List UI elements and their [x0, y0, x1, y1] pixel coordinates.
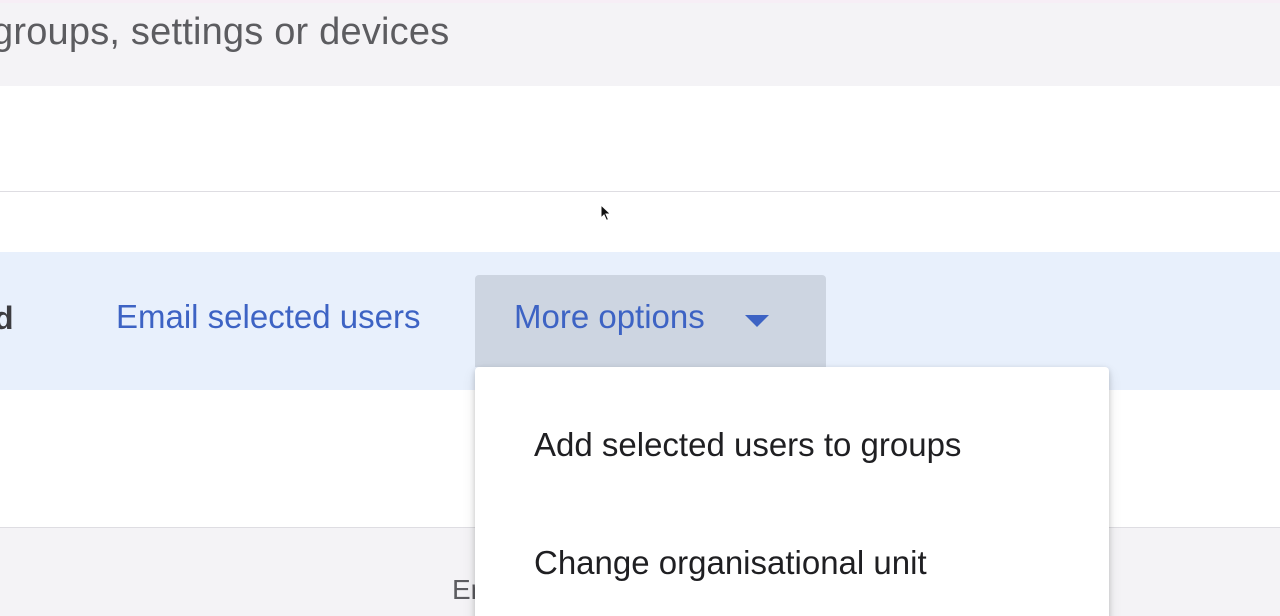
- menu-item-change-org-unit[interactable]: Change organisational unit: [475, 505, 1109, 616]
- more-options-menu: Add selected users to groups Change orga…: [475, 367, 1109, 616]
- email-selected-users-button[interactable]: Email selected users: [116, 298, 420, 336]
- menu-item-label: Change organisational unit: [534, 544, 927, 581]
- more-options-label: More options: [514, 298, 705, 335]
- menu-item-add-to-groups[interactable]: Add selected users to groups: [475, 387, 1109, 505]
- more-options-button[interactable]: More options: [475, 275, 826, 367]
- menu-item-label: Add selected users to groups: [534, 426, 962, 463]
- admin-users-page: groups, settings or devices d Email sele…: [0, 0, 1280, 616]
- caret-down-icon: [745, 315, 769, 327]
- mouse-cursor-icon: [600, 204, 612, 222]
- search-placeholder: groups, settings or devices: [0, 11, 450, 53]
- divider: [0, 191, 1280, 192]
- selected-count-label: d: [0, 300, 14, 336]
- search-bar[interactable]: groups, settings or devices: [0, 0, 1280, 86]
